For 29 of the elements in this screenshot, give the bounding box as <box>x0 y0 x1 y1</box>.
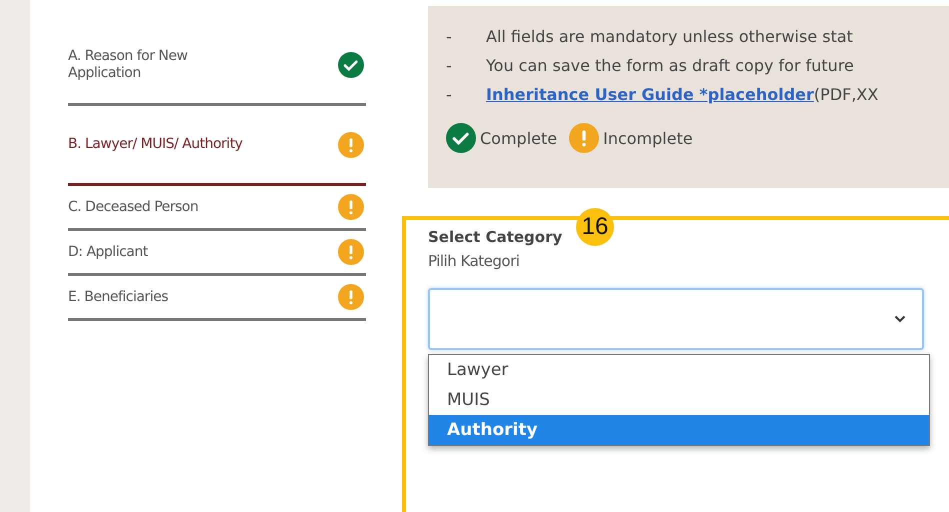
dropdown-option[interactable]: MUIS <box>429 385 929 415</box>
field-label: Select Category <box>428 228 564 246</box>
check-icon <box>446 123 476 153</box>
field-sublabel: Pilih Kategori <box>428 252 520 270</box>
note-text: All fields are mandatory unless otherwise stat <box>486 26 853 48</box>
exclamation-icon <box>569 123 600 153</box>
bullet-dash: - <box>446 26 453 48</box>
category-select[interactable] <box>428 288 924 350</box>
step-tab[interactable]: E. Beneficiaries <box>68 276 366 321</box>
step-tab[interactable]: D: Applicant <box>68 231 366 276</box>
callout-badge: 16 <box>576 208 614 246</box>
dropdown-option[interactable]: Lawyer <box>429 355 929 385</box>
exclamation-icon <box>338 132 364 158</box>
legend-label: Complete <box>480 128 558 148</box>
dropdown-option[interactable]: Authority <box>429 415 929 445</box>
guide-link[interactable]: Inheritance User Guide *placeholder <box>486 85 814 104</box>
step-tab[interactable]: B. Lawyer/ MUIS/ Authority <box>68 106 366 186</box>
bullet-dash: - <box>446 84 453 106</box>
exclamation-icon <box>338 239 364 265</box>
step-tab[interactable]: A. Reason for New Application <box>68 26 366 106</box>
legend-label: Incomplete <box>603 128 693 148</box>
exclamation-icon <box>338 284 364 310</box>
exclamation-icon <box>338 194 364 220</box>
guide-note: Inheritance User Guide *placeholder(PDF,XX <box>486 84 878 106</box>
check-icon <box>338 52 364 78</box>
step-tab[interactable]: C. Deceased Person <box>68 186 366 231</box>
chevron-down-icon <box>894 315 906 323</box>
note-text: You can save the form as draft copy for future <box>486 55 854 77</box>
bullet-dash: - <box>446 55 453 77</box>
